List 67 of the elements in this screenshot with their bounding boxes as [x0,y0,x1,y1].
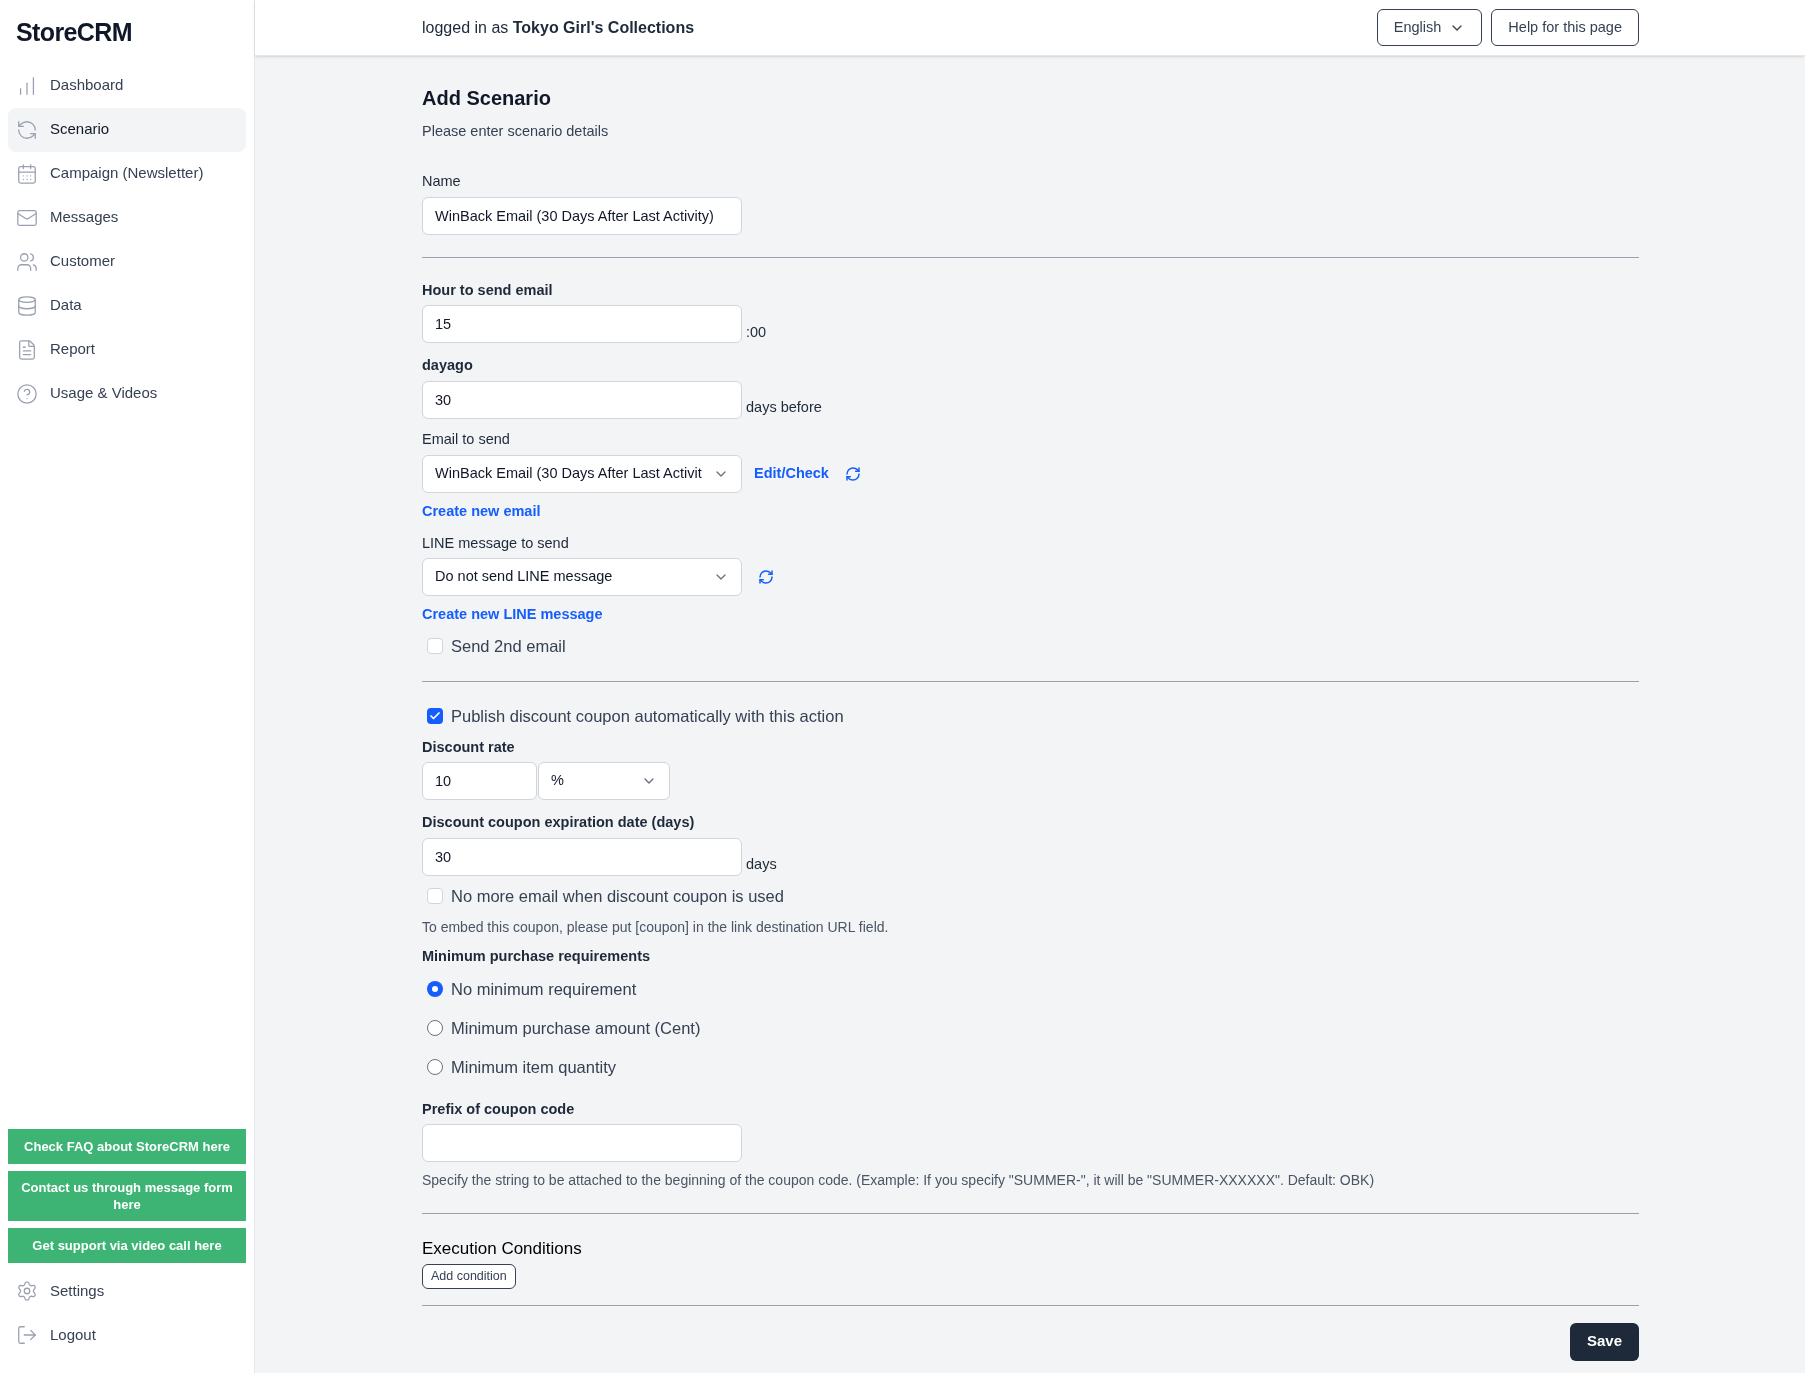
logout-icon [16,1324,38,1346]
sidebar-item[interactable]: Usage & Videos [8,371,246,416]
sidebar-item[interactable]: Data [8,283,246,328]
create-link[interactable]: Create new LINE message [422,604,603,626]
users-icon [16,250,38,273]
sidebar-item[interactable]: Logout [8,1313,246,1357]
page-subtitle: Please enter scenario details [422,122,610,141]
help-text: Specify the string to be attached to the beginning of the coupon code. (Example: If you specify "SUMMER-", it will be "SUMMER-XXXXXX". Default: OBK) [422,1171,1376,1191]
database-icon [16,294,38,317]
help-icon [16,382,38,405]
field-label: Prefix of coupon code [422,1099,576,1119]
checkbox[interactable] [427,888,443,905]
create-link[interactable]: Create new email [422,500,541,523]
unit-label: days before [746,398,822,418]
account-text: logged in as Tokyo Girl's Collections [422,17,695,38]
sidebar-item[interactable]: Messages [8,195,246,240]
radio-label: No minimum requirement [451,978,637,1000]
field-label: Discount coupon expiration date (days) [422,813,696,833]
field-label: Hour to send email [422,280,554,300]
add-condition-button[interactable]: Add condition [422,1263,516,1289]
document-icon [16,338,38,361]
edit-link[interactable]: Edit/Check [754,462,829,485]
sidebar-item[interactable]: Report [8,327,246,372]
radio-button[interactable] [427,1020,443,1036]
sidebar-item[interactable]: Settings [8,1269,246,1313]
text-field[interactable]: 15 [422,305,742,344]
settings-icon [16,1280,38,1302]
page-title: Add Scenario [422,86,552,111]
sidebar-item[interactable]: Campaign (Newsletter) [8,151,246,196]
section-heading: Execution Conditions [422,1238,583,1261]
checkbox[interactable] [427,638,443,655]
help-button[interactable]: Help for this page [1491,9,1639,46]
radio-label: Minimum item quantity [451,1056,617,1078]
text-field[interactable]: 30 [422,838,742,876]
sidebar-item[interactable]: Scenario [8,107,246,152]
checkbox[interactable] [427,708,443,725]
checkbox-label: Publish discount coupon automatically with this action [451,705,844,727]
sidebar-item[interactable]: Dashboard [8,63,246,108]
field-label: LINE message to send [422,533,570,553]
sync-icon [16,118,38,141]
radio-label: Minimum purchase amount (Cent) [451,1017,701,1039]
field-label: Minimum purchase requirements [422,946,652,966]
text-field[interactable]: WinBack Email (30 Days After Last Activity) [422,196,742,235]
field-label: Name [422,171,462,191]
calendar-icon [16,162,38,185]
save-button[interactable]: Save [1569,1322,1639,1361]
dropdown[interactable]: WinBack Email (30 Days After Last Activit [422,454,742,493]
refresh-icon[interactable] [758,569,774,586]
refresh-icon[interactable] [844,465,861,482]
text-field[interactable]: 30 [422,381,742,419]
brand-logo: StoreCRM [15,17,133,48]
radio-button[interactable] [427,1059,443,1075]
field-label: Email to send [422,430,511,449]
text-field[interactable] [422,1124,742,1163]
dropdown[interactable]: Do not send LINE message [422,558,742,597]
rate-field[interactable]: 10 [422,762,537,801]
field-label: Discount rate [422,737,516,757]
checkbox-label: Send 2nd email [451,636,566,657]
unit-label: :00 [746,322,767,342]
unit-label: days [746,855,777,875]
unit-dropdown[interactable]: % [538,762,670,801]
help-text: To embed this coupon, please put [coupon] in the link destination URL field. [422,917,890,937]
radio-button[interactable] [427,981,443,997]
sidebar-item[interactable]: Customer [8,239,246,284]
language-dropdown[interactable]: English [1376,9,1483,46]
field-label: dayago [422,356,474,376]
checkbox-label: No more email when discount coupon is used [451,886,784,907]
